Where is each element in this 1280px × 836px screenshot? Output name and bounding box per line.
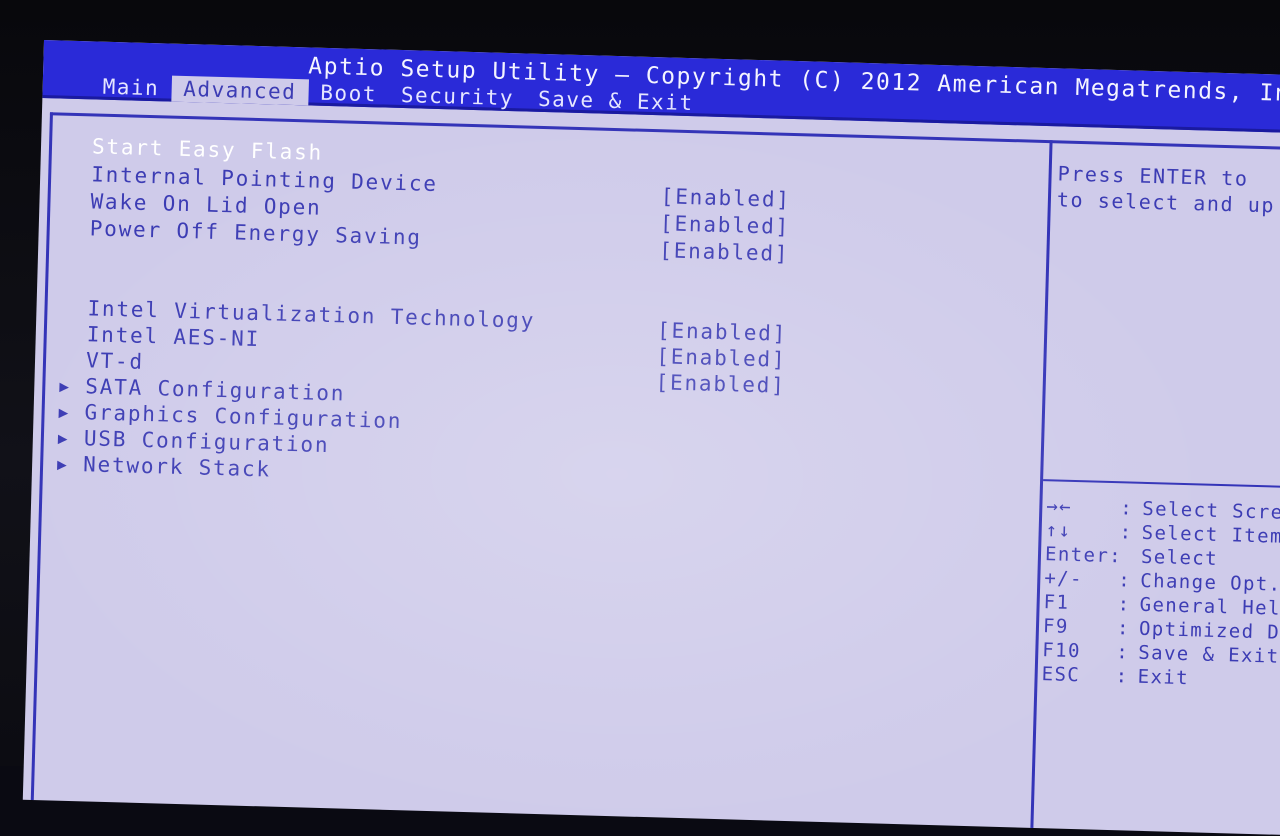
menu-item-label: Intel AES-NI — [86, 322, 261, 352]
key-label: F9 — [1042, 615, 1070, 638]
menu-item-label: Start Easy Flash — [91, 134, 324, 165]
key-legend-row: Enter: Select — [1045, 543, 1219, 570]
key-description: Select Scre — [1142, 497, 1280, 524]
submenu-arrow-icon: ▶ — [58, 402, 71, 422]
help-text-line: Press ENTER to — [1057, 161, 1249, 191]
key-label: +/- — [1044, 567, 1084, 591]
key-description: General Help — [1139, 593, 1280, 621]
menu-item-label: Wake On Lid Open — [90, 189, 322, 220]
tab-security[interactable]: Security — [389, 82, 527, 112]
submenu-arrow-icon: ▶ — [56, 454, 69, 474]
tab-advanced[interactable]: Advanced — [170, 75, 309, 106]
key-label: Enter: — [1044, 543, 1123, 568]
setting-value[interactable]: [Enabled] — [656, 344, 787, 372]
key-description: Save & Exit — [1138, 641, 1280, 668]
help-text-line: to select and up — [1056, 187, 1276, 218]
setting-value[interactable]: [Enabled] — [655, 370, 786, 398]
key-description: Optimized De — [1138, 617, 1280, 645]
setting-value[interactable]: [Enabled] — [659, 238, 790, 266]
submenu-arrow-icon: ▶ — [59, 376, 72, 396]
submenu-arrow-icon: ▶ — [57, 428, 70, 448]
tab-save-exit[interactable]: Save & Exit — [526, 85, 706, 116]
key-description: Select Item — [1141, 521, 1280, 548]
menu-item-label: Power Off Energy Saving — [89, 216, 423, 250]
key-legend-row: ESC: Exit — [1041, 663, 1190, 690]
help-divider — [1043, 479, 1280, 490]
key-label: F10 — [1042, 639, 1082, 663]
key-label: F1 — [1043, 591, 1070, 614]
help-pane: Press ENTER to to select and up →←: Selec… — [1030, 140, 1280, 836]
setting-value[interactable]: [Enabled] — [657, 318, 788, 346]
key-label: ↑↓ — [1045, 519, 1072, 542]
setting-value[interactable]: [Enabled] — [660, 211, 791, 239]
submenu-label: Network Stack — [82, 452, 272, 482]
key-description: Change Opt. — [1140, 569, 1280, 596]
key-description: Select — [1140, 545, 1219, 570]
bios-screen: Aptio Setup Utility – Copyright (C) 2012… — [22, 40, 1280, 836]
tab-boot[interactable]: Boot — [308, 79, 389, 107]
tab-main[interactable]: Main — [90, 73, 171, 101]
key-label: →← — [1046, 495, 1073, 518]
setting-value[interactable]: [Enabled] — [661, 184, 792, 212]
key-description: Exit — [1137, 665, 1190, 690]
settings-pane: Start Easy Flash Internal Pointing Devic… — [30, 112, 1050, 836]
key-label: ESC — [1041, 663, 1081, 687]
menu-item-label: VT-d — [85, 348, 145, 374]
